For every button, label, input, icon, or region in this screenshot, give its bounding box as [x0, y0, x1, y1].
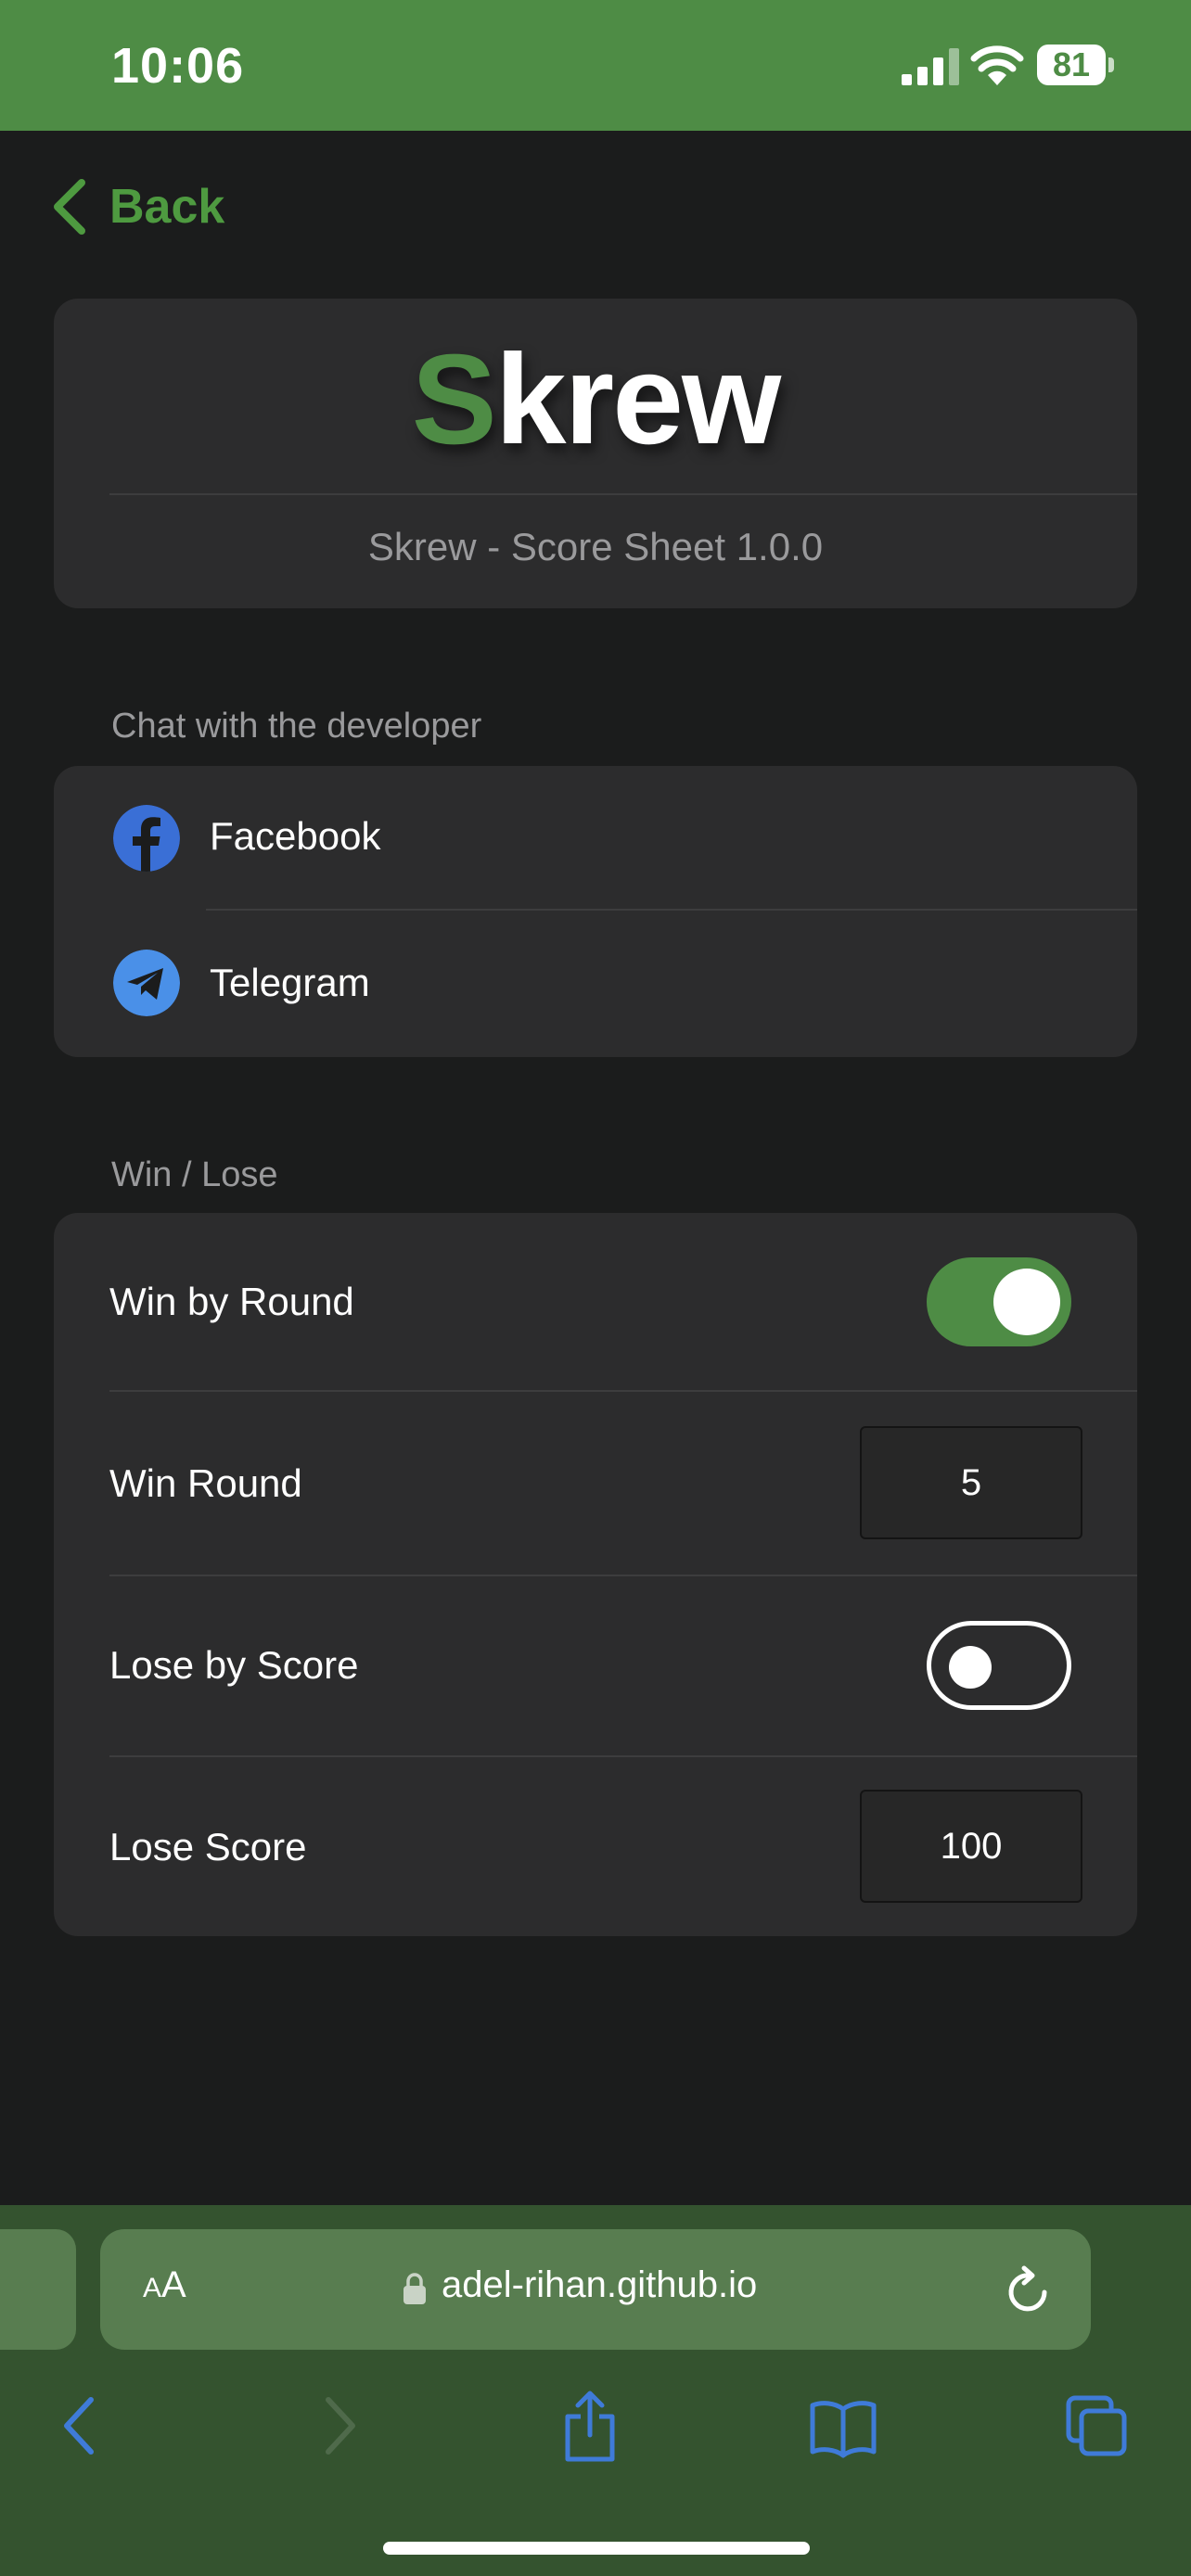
- win-round-label: Win Round: [109, 1461, 302, 1505]
- url-text: adel-rihan.github.io: [442, 2264, 758, 2305]
- win-by-round-label: Win by Round: [109, 1280, 354, 1323]
- app-version: Skrew - Score Sheet 1.0.0: [367, 525, 824, 568]
- back-button[interactable]: Back: [48, 174, 224, 239]
- lose-score-input[interactable]: [860, 1790, 1082, 1903]
- address-bar[interactable]: AA adel-rihan.github.io: [100, 2229, 1091, 2350]
- win-round-row: Win Round: [54, 1393, 1137, 1575]
- wifi-icon: [970, 45, 1024, 85]
- logo-rest: krew: [494, 328, 782, 471]
- telegram-label: Telegram: [210, 961, 370, 1004]
- back-label: Back: [109, 180, 225, 234]
- status-time: 10:06: [111, 38, 245, 94]
- logo-first-letter: S: [411, 328, 497, 471]
- win-by-round-row: Win by Round: [54, 1213, 1137, 1391]
- battery-level: 81: [1052, 45, 1091, 83]
- browser-back-icon[interactable]: [58, 2389, 100, 2463]
- battery-icon: 81: [1037, 45, 1115, 85]
- section-header-contact: Chat with the developer: [111, 707, 482, 746]
- browser-forward-icon[interactable]: [319, 2389, 362, 2463]
- status-bar: 10:06 81: [0, 0, 1191, 131]
- section-header-win-lose: Win / Lose: [111, 1155, 278, 1194]
- chevron-left-icon: [54, 179, 85, 235]
- divider: [206, 909, 1137, 911]
- lose-by-score-toggle[interactable]: [927, 1621, 1071, 1710]
- app-logo: Skrew: [54, 326, 1137, 474]
- divider: [109, 493, 1137, 495]
- facebook-link[interactable]: Facebook: [54, 766, 1137, 911]
- telegram-icon: [113, 950, 180, 1016]
- browser-toolbar: AA adel-rihan.github.io: [0, 2205, 1191, 2576]
- cellular-signal-icon: [902, 48, 959, 85]
- lose-by-score-label: Lose by Score: [109, 1643, 359, 1687]
- text-size-large: A: [161, 2264, 186, 2305]
- text-size-button[interactable]: AA: [143, 2264, 186, 2306]
- toggle-knob: [949, 1646, 992, 1689]
- text-size-small: A: [143, 2273, 162, 2303]
- app-header-card: Skrew Skrew - Score Sheet 1.0.0: [54, 299, 1137, 608]
- divider: [109, 1390, 1137, 1392]
- telegram-link[interactable]: Telegram: [54, 912, 1137, 1057]
- tabs-icon[interactable]: [1065, 2389, 1130, 2463]
- lose-score-label: Lose Score: [109, 1825, 307, 1868]
- lock-icon: [403, 2273, 426, 2304]
- contact-card: Facebook Telegram: [54, 766, 1137, 1057]
- win-round-input[interactable]: [860, 1426, 1082, 1539]
- home-indicator: [383, 2542, 810, 2555]
- win-lose-card: Win by Round Win Round Lose by Score Los…: [54, 1213, 1137, 1936]
- facebook-label: Facebook: [210, 814, 381, 858]
- win-by-round-toggle[interactable]: [927, 1257, 1071, 1346]
- previous-tab-preview[interactable]: [0, 2229, 76, 2350]
- bookmarks-icon[interactable]: [809, 2389, 877, 2463]
- share-icon[interactable]: [560, 2389, 620, 2463]
- reload-icon[interactable]: [1002, 2263, 1054, 2318]
- lose-by-score-row: Lose by Score: [54, 1576, 1137, 1756]
- toggle-knob: [993, 1269, 1060, 1335]
- lose-score-row: Lose Score: [54, 1758, 1137, 1936]
- divider: [109, 1755, 1137, 1757]
- facebook-icon: [113, 805, 180, 872]
